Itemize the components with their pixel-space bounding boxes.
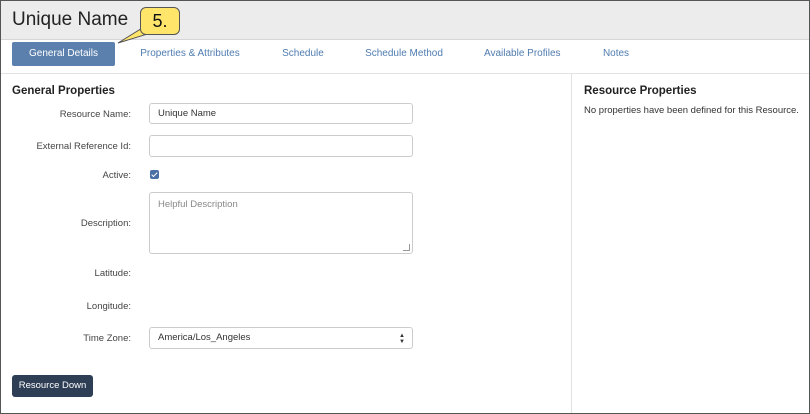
- panel-divider: [571, 74, 572, 413]
- step-callout: 5.: [140, 7, 180, 35]
- general-properties-heading: General Properties: [12, 85, 115, 97]
- resource-down-button[interactable]: Resource Down: [12, 375, 93, 397]
- description-textarea[interactable]: Helpful Description: [149, 192, 413, 254]
- resource-name-input[interactable]: Unique Name: [149, 103, 413, 124]
- description-placeholder: Helpful Description: [158, 199, 238, 210]
- tab-notes[interactable]: Notes: [599, 42, 633, 66]
- time-zone-select[interactable]: America/Los_Angeles ▲ ▼: [149, 327, 413, 349]
- resource-name-label: Resource Name:: [59, 109, 131, 120]
- description-label: Description:: [80, 218, 131, 229]
- time-zone-label: Time Zone:: [83, 333, 131, 344]
- select-updown-icon: ▲ ▼: [399, 332, 405, 345]
- app-window: Unique Name General Details Properties &…: [0, 0, 810, 414]
- active-label: Active:: [102, 170, 131, 181]
- tab-schedule-method[interactable]: Schedule Method: [365, 42, 443, 66]
- tab-schedule[interactable]: Schedule: [279, 42, 327, 66]
- resource-properties-empty: No properties have been defined for this…: [584, 105, 799, 116]
- external-reference-label: External Reference Id:: [36, 141, 131, 152]
- resize-handle-icon[interactable]: [403, 244, 410, 251]
- time-zone-value: America/Los_Angeles: [158, 332, 251, 343]
- resource-properties-heading: Resource Properties: [584, 85, 697, 97]
- longitude-label: Longitude:: [86, 301, 131, 312]
- external-reference-input[interactable]: [149, 135, 413, 157]
- latitude-label: Latitude:: [94, 268, 131, 279]
- tab-available-profiles[interactable]: Available Profiles: [484, 42, 561, 66]
- active-checkbox[interactable]: [150, 170, 159, 179]
